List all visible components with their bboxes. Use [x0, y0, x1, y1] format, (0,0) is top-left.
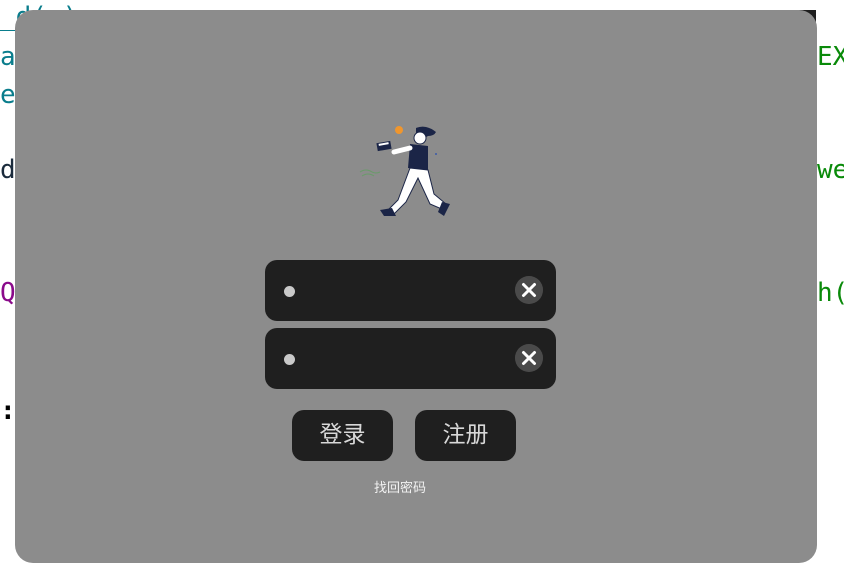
clear-icon[interactable] [515, 276, 543, 304]
dot-icon [284, 286, 295, 297]
background-code-line: Q [0, 278, 16, 308]
background-code-line: a [0, 42, 16, 72]
background-code-line: wel [817, 155, 844, 185]
register-button[interactable]: 注册 [415, 410, 516, 461]
username-input[interactable] [305, 270, 509, 313]
running-person-illustration [359, 126, 450, 216]
dot-icon [284, 354, 295, 365]
background-code-line: : [0, 396, 16, 426]
login-button[interactable]: 登录 [292, 410, 393, 461]
password-field [265, 328, 556, 389]
background-code-line: d [0, 155, 16, 185]
password-input[interactable] [305, 338, 509, 381]
background-code-line: EX+ [817, 42, 844, 72]
username-field [265, 260, 556, 321]
background-code-line: h( [817, 278, 844, 308]
clear-icon[interactable] [515, 344, 543, 372]
forgot-password-link[interactable]: 找回密码 [340, 477, 460, 496]
background-code-line: e [0, 80, 16, 110]
